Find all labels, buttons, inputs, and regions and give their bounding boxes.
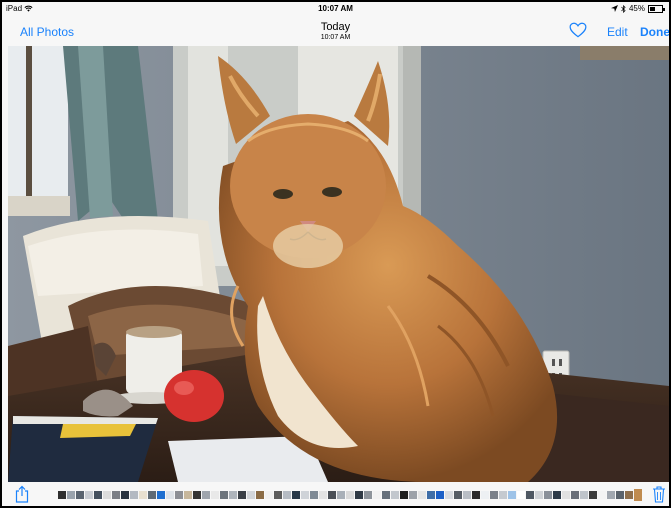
heart-icon[interactable] bbox=[569, 22, 587, 38]
done-button[interactable]: Done bbox=[640, 25, 669, 39]
thumbnail[interactable] bbox=[319, 491, 327, 499]
thumbnail[interactable] bbox=[292, 491, 300, 499]
thumbnail[interactable] bbox=[175, 491, 183, 499]
thumbnail[interactable] bbox=[418, 491, 426, 499]
status-right: 45% bbox=[610, 4, 665, 13]
thumbnail[interactable] bbox=[598, 491, 606, 499]
thumbnail-strip-graphic bbox=[58, 489, 654, 501]
thumbnail[interactable] bbox=[202, 491, 210, 499]
thumbnail[interactable] bbox=[607, 491, 615, 499]
battery-percent: 45% bbox=[628, 4, 645, 13]
thumbnail[interactable] bbox=[391, 491, 399, 499]
thumbnail[interactable] bbox=[580, 491, 588, 499]
thumbnail[interactable] bbox=[301, 491, 309, 499]
thumbnail[interactable] bbox=[346, 491, 354, 499]
thumbnail[interactable] bbox=[508, 491, 516, 499]
bottom-toolbar bbox=[2, 482, 669, 506]
thumbnail[interactable] bbox=[121, 491, 129, 499]
thumbnail[interactable] bbox=[310, 491, 318, 499]
thumbnail[interactable] bbox=[382, 491, 390, 499]
thumbnail[interactable] bbox=[148, 491, 156, 499]
thumbnail[interactable] bbox=[193, 491, 201, 499]
thumbnail[interactable] bbox=[445, 491, 453, 499]
thumbnail[interactable] bbox=[94, 491, 102, 499]
thumbnail[interactable] bbox=[589, 491, 597, 499]
thumbnail[interactable] bbox=[283, 491, 291, 499]
thumbnail[interactable] bbox=[526, 491, 534, 499]
thumbnail[interactable] bbox=[220, 491, 228, 499]
thumbnail[interactable] bbox=[265, 491, 273, 499]
thumbnail[interactable] bbox=[499, 491, 507, 499]
cat-photo[interactable] bbox=[8, 46, 669, 482]
thumbnail[interactable] bbox=[571, 491, 579, 499]
navigation-bar: All Photos Today 10:07 AM Edit Done bbox=[2, 15, 669, 46]
thumbnail[interactable] bbox=[256, 491, 264, 499]
thumbnail[interactable] bbox=[625, 491, 633, 499]
thumbnail[interactable] bbox=[409, 491, 417, 499]
thumbnail[interactable] bbox=[238, 491, 246, 499]
thumbnail[interactable] bbox=[490, 491, 498, 499]
battery-icon bbox=[648, 4, 665, 13]
thumbnail[interactable] bbox=[517, 491, 525, 499]
thumbnail[interactable] bbox=[166, 491, 174, 499]
thumbnail[interactable] bbox=[400, 491, 408, 499]
thumbnail[interactable] bbox=[274, 491, 282, 499]
thumbnail[interactable] bbox=[553, 491, 561, 499]
thumbnail[interactable] bbox=[427, 491, 435, 499]
thumbnail[interactable] bbox=[58, 491, 66, 499]
thumbnail[interactable] bbox=[130, 491, 138, 499]
thumbnail[interactable] bbox=[139, 491, 147, 499]
thumbnail[interactable] bbox=[328, 491, 336, 499]
thumbnail[interactable] bbox=[112, 491, 120, 499]
trash-icon[interactable] bbox=[652, 485, 666, 503]
status-bar: iPad 10:07 AM 45% bbox=[2, 2, 669, 15]
thumbnail[interactable] bbox=[454, 491, 462, 499]
location-arrow-icon bbox=[610, 5, 618, 12]
thumbnail[interactable] bbox=[544, 491, 552, 499]
thumbnail[interactable] bbox=[373, 491, 381, 499]
thumbnail[interactable] bbox=[364, 491, 372, 499]
thumbnail[interactable] bbox=[67, 491, 75, 499]
cat-photo-illustration bbox=[8, 46, 669, 482]
thumbnail[interactable] bbox=[157, 491, 165, 499]
thumbnail[interactable] bbox=[85, 491, 93, 499]
bluetooth-icon bbox=[621, 4, 626, 13]
thumbnail-current[interactable] bbox=[634, 489, 654, 501]
status-time: 10:07 AM bbox=[318, 4, 353, 13]
thumbnail[interactable] bbox=[211, 491, 219, 499]
thumbnail[interactable] bbox=[229, 491, 237, 499]
thumbnail[interactable] bbox=[337, 491, 345, 499]
share-icon[interactable] bbox=[14, 485, 30, 503]
thumbnail[interactable] bbox=[463, 491, 471, 499]
thumbnail[interactable] bbox=[103, 491, 111, 499]
edit-button[interactable]: Edit bbox=[607, 25, 628, 39]
thumbnail[interactable] bbox=[481, 491, 489, 499]
thumbnail[interactable] bbox=[562, 491, 570, 499]
thumbnail[interactable] bbox=[616, 491, 624, 499]
thumbnail[interactable] bbox=[247, 491, 255, 499]
thumbnail-strip[interactable] bbox=[58, 488, 654, 501]
thumbnail[interactable] bbox=[355, 491, 363, 499]
photos-app-window: iPad 10:07 AM 45% All Photos Today 10:07… bbox=[2, 2, 669, 506]
thumbnail[interactable] bbox=[76, 491, 84, 499]
thumbnail[interactable] bbox=[436, 491, 444, 499]
thumbnail[interactable] bbox=[184, 491, 192, 499]
thumbnail[interactable] bbox=[535, 491, 543, 499]
thumbnail[interactable] bbox=[472, 491, 480, 499]
